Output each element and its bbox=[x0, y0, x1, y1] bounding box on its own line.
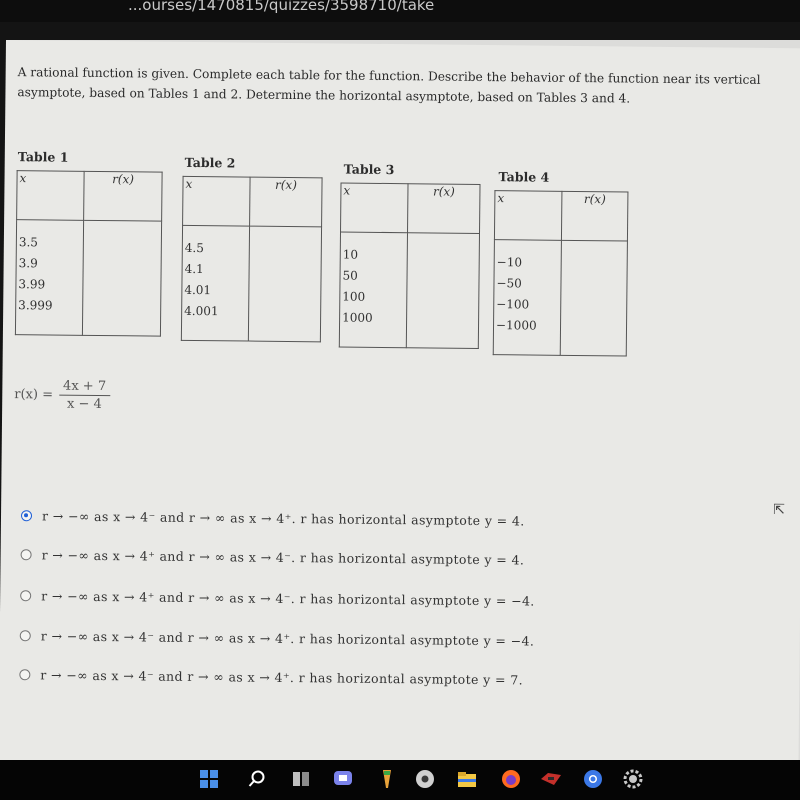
table-4-rx-header: r(x) bbox=[561, 191, 628, 242]
radio-button[interactable] bbox=[20, 589, 32, 601]
table-4-label: Table 4 bbox=[498, 169, 550, 185]
table-2-x-header: x bbox=[182, 176, 251, 227]
table-1: x r(x) 3.5 3.9 3.99 3.999 bbox=[15, 170, 163, 337]
settings-app-icon[interactable] bbox=[414, 768, 436, 790]
teams-chat-icon[interactable] bbox=[332, 768, 354, 790]
table-3-rx-header: r(x) bbox=[407, 183, 481, 234]
answer-option-4[interactable]: r → −∞ as x → 4⁻ and r → ∞ as x → 4⁺. r … bbox=[19, 624, 535, 651]
table-1-x-values: 3.5 3.9 3.99 3.999 bbox=[15, 219, 84, 336]
answer-option-text: r → −∞ as x → 4⁺ and r → ∞ as x → 4⁻. r … bbox=[41, 546, 525, 567]
table-3-label: Table 3 bbox=[343, 161, 395, 178]
table-cell-x: 1000 bbox=[342, 310, 373, 325]
table-3-x-header: x bbox=[340, 183, 409, 233]
search-icon[interactable] bbox=[246, 768, 268, 790]
game-app-icon[interactable] bbox=[540, 768, 562, 790]
table-cell-x: 50 bbox=[342, 268, 358, 283]
app-icon[interactable] bbox=[376, 768, 398, 790]
table-cell-x: −50 bbox=[496, 276, 522, 291]
answer-option-1[interactable]: r → −∞ as x → 4⁻ and r → ∞ as x → 4⁺. r … bbox=[20, 504, 525, 531]
table-4: x r(x) −10 −50 −100 −1000 bbox=[493, 190, 629, 357]
url-text: ...ourses/1470815/quizzes/3598710/take bbox=[128, 0, 435, 14]
table-4-x-header: x bbox=[494, 190, 562, 241]
gear-icon[interactable] bbox=[622, 768, 644, 790]
answer-option-2[interactable]: r → −∞ as x → 4⁺ and r → ∞ as x → 4⁻. r … bbox=[20, 543, 525, 570]
table-2: x r(x) 4.5 4.1 4.01 4.001 bbox=[181, 176, 323, 342]
table-cell-x: 10 bbox=[342, 247, 359, 262]
table-cell-x: −1000 bbox=[495, 318, 537, 333]
table-3-x-values: 10 50 100 1000 bbox=[339, 232, 408, 348]
table-3: x r(x) 10 50 100 1000 bbox=[339, 183, 481, 349]
table-1-label: Table 1 bbox=[17, 149, 69, 165]
windows-taskbar bbox=[0, 760, 800, 800]
browser-address-bar[interactable]: ...ourses/1470815/quizzes/3598710/take bbox=[0, 0, 800, 22]
table-cell-x: 4.5 bbox=[184, 240, 204, 256]
function-denominator: x − 4 bbox=[66, 396, 102, 413]
table-cell-x: 3.99 bbox=[18, 277, 46, 292]
function-numerator: 4x + 7 bbox=[58, 378, 111, 397]
answer-option-text: r → −∞ as x → 4⁺ and r → ∞ as x → 4⁻. r … bbox=[41, 587, 535, 609]
table-4-x-values: −10 −50 −100 −1000 bbox=[493, 239, 562, 356]
table-cell-x: 100 bbox=[342, 289, 366, 304]
table-cell-x: 4.01 bbox=[184, 282, 212, 298]
table-1-rx-input[interactable] bbox=[82, 220, 162, 337]
firefox-icon[interactable] bbox=[500, 768, 522, 790]
answer-option-text: r → −∞ as x → 4⁻ and r → ∞ as x → 4⁺. r … bbox=[41, 507, 525, 528]
table-4-rx-input[interactable] bbox=[560, 240, 628, 357]
answer-option-text: r → −∞ as x → 4⁻ and r → ∞ as x → 4⁺. r … bbox=[40, 666, 524, 687]
table-3-rx-input[interactable] bbox=[406, 232, 480, 349]
table-1-rx-header: r(x) bbox=[83, 171, 163, 222]
table-cell-x: −10 bbox=[496, 255, 523, 270]
table-cell-x: 3.9 bbox=[18, 256, 38, 271]
table-2-label: Table 2 bbox=[184, 154, 236, 171]
windows-start-icon[interactable] bbox=[198, 768, 220, 790]
table-2-rx-input[interactable] bbox=[248, 226, 322, 342]
mouse-cursor-icon: ⇱ bbox=[773, 502, 785, 519]
function-fraction: 4x + 7 x − 4 bbox=[58, 378, 111, 413]
table-cell-x: 4.1 bbox=[184, 261, 204, 277]
quiz-question: A rational function is given. Complete e… bbox=[0, 40, 800, 769]
table-2-x-values: 4.5 4.1 4.01 4.001 bbox=[181, 225, 250, 342]
task-view-icon[interactable] bbox=[290, 768, 312, 790]
table-cell-x: 3.5 bbox=[18, 235, 39, 250]
table-cell-x: 4.001 bbox=[184, 303, 219, 319]
quiz-screen: A rational function is given. Complete e… bbox=[0, 40, 800, 769]
radio-button[interactable] bbox=[19, 668, 31, 680]
radio-button[interactable] bbox=[19, 629, 31, 641]
radio-button[interactable] bbox=[20, 548, 32, 560]
question-instructions: A rational function is given. Complete e… bbox=[17, 65, 761, 106]
table-1-x-header: x bbox=[16, 170, 85, 221]
chrome-icon[interactable] bbox=[582, 768, 604, 790]
answer-option-text: r → −∞ as x → 4⁻ and r → ∞ as x → 4⁺. r … bbox=[40, 627, 535, 649]
radio-button[interactable] bbox=[20, 509, 33, 521]
answer-option-5[interactable]: r → −∞ as x → 4⁻ and r → ∞ as x → 4⁺. r … bbox=[19, 663, 523, 690]
function-lhs: r(x) = bbox=[14, 387, 54, 403]
table-2-rx-header: r(x) bbox=[249, 177, 323, 227]
function-definition: r(x) = 4x + 7 x − 4 bbox=[14, 378, 111, 413]
table-cell-x: 3.999 bbox=[18, 298, 53, 313]
table-cell-x: −100 bbox=[496, 297, 530, 312]
answer-option-3[interactable]: r → −∞ as x → 4⁺ and r → ∞ as x → 4⁻. r … bbox=[20, 584, 535, 611]
file-explorer-icon[interactable] bbox=[456, 768, 478, 790]
